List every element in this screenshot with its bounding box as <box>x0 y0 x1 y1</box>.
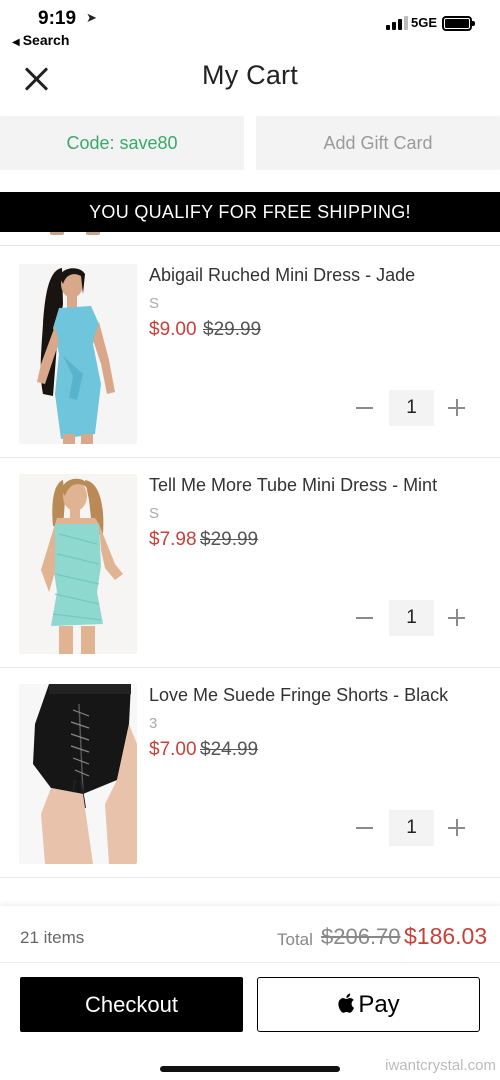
network-type: 5GE <box>411 15 438 30</box>
total-label: Total <box>277 930 313 949</box>
back-to-search-link[interactable]: ◀ Search <box>12 32 69 48</box>
checkout-label: Checkout <box>85 991 178 1017</box>
sale-price: $9.00 <box>149 319 197 340</box>
product-image[interactable] <box>19 474 137 654</box>
previous-item-peek <box>0 232 500 246</box>
product-size: S <box>149 295 160 312</box>
status-time: 9:19 <box>38 8 77 29</box>
apple-logo-icon <box>338 993 355 1013</box>
product-size: S <box>149 505 160 522</box>
original-price: $24.99 <box>200 739 259 760</box>
location-arrow-icon: ➤ <box>86 10 97 25</box>
watermark: iwantcrystal.com <box>385 1057 496 1074</box>
apple-pay-label: Pay <box>358 990 400 1018</box>
decrease-quantity-icon[interactable] <box>356 407 373 409</box>
quantity-value[interactable]: 1 <box>389 600 434 636</box>
promo-code-button[interactable]: Code: save80 <box>0 116 244 170</box>
product-name[interactable]: Abigail Ruched Mini Dress - Jade <box>149 265 415 286</box>
add-gift-card-button[interactable]: Add Gift Card <box>256 116 500 170</box>
sale-price: $7.98 <box>149 529 197 550</box>
page-title: My Cart <box>202 60 298 90</box>
increase-quantity-icon[interactable] <box>448 399 465 416</box>
back-to-search-label: Search <box>22 32 70 48</box>
battery-icon <box>442 16 475 31</box>
back-triangle-icon: ◀ <box>12 37 20 48</box>
free-shipping-text: YOU QUALIFY FOR FREE SHIPPING! <box>89 201 411 222</box>
product-image[interactable] <box>19 684 137 864</box>
cellular-signal-icon <box>386 16 408 30</box>
increase-quantity-icon[interactable] <box>448 819 465 836</box>
original-price: $29.99 <box>200 529 259 550</box>
total-price: $186.03 <box>404 923 488 949</box>
product-size: 3 <box>149 715 158 732</box>
quantity-value[interactable]: 1 <box>389 390 434 426</box>
cart-item: Abigail Ruched Mini Dress - Jade S $9.00… <box>0 248 500 458</box>
original-price: $29.99 <box>203 319 262 340</box>
home-indicator <box>160 1066 340 1072</box>
status-bar: 9:19 ➤ ◀ Search 5GE <box>0 0 500 56</box>
item-count: 21 items <box>20 928 85 947</box>
checkout-button[interactable]: Checkout <box>20 977 243 1032</box>
apple-pay-button[interactable]: Pay <box>257 977 480 1032</box>
decrease-quantity-icon[interactable] <box>356 617 373 619</box>
sale-price: $7.00 <box>149 739 197 760</box>
divider <box>0 962 500 963</box>
promo-code-label: Code: save80 <box>66 132 178 153</box>
quantity-stepper: 1 <box>350 390 475 426</box>
add-gift-card-label: Add Gift Card <box>323 132 433 153</box>
quantity-value[interactable]: 1 <box>389 810 434 846</box>
increase-quantity-icon[interactable] <box>448 609 465 626</box>
free-shipping-banner: YOU QUALIFY FOR FREE SHIPPING! <box>0 192 500 232</box>
cart-item: Tell Me More Tube Mini Dress - Mint S $7… <box>0 458 500 668</box>
product-name[interactable]: Love Me Suede Fringe Shorts - Black <box>149 685 448 706</box>
quantity-stepper: 1 <box>350 600 475 636</box>
cart-footer: 21 items Total $206.70 $186.03 Checkout … <box>0 906 500 1080</box>
decrease-quantity-icon[interactable] <box>356 827 373 829</box>
product-name[interactable]: Tell Me More Tube Mini Dress - Mint <box>149 475 437 496</box>
product-image[interactable] <box>19 264 137 444</box>
total-original-price: $206.70 <box>321 924 401 949</box>
cart-item: Love Me Suede Fringe Shorts - Black 3 $7… <box>0 668 500 878</box>
quantity-stepper: 1 <box>350 810 475 846</box>
